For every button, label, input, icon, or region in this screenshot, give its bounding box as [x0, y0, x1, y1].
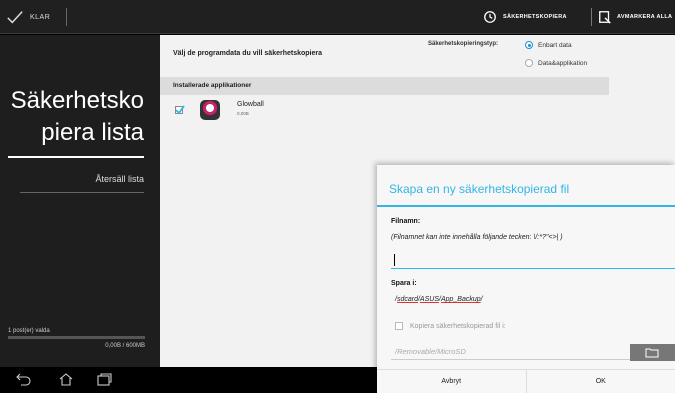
checkmark-icon: [175, 105, 185, 115]
select-prompt: Välj de programdata du vill säkerhetskop…: [173, 50, 322, 57]
path-segment: App_Backup: [440, 296, 481, 303]
save-path: /sdcard/ASUS/App_Backup/: [395, 296, 483, 303]
divider: [66, 8, 67, 26]
radio-data-only[interactable]: Enbart data: [525, 41, 572, 49]
copy-checkbox[interactable]: [395, 322, 403, 330]
folder-icon: [645, 348, 659, 358]
filename-label: Filnamn:: [391, 218, 421, 225]
copy-backup-option[interactable]: Kopiera säkerhetskopierad fil i:: [395, 322, 506, 330]
done-label: KLAR: [30, 13, 51, 21]
create-backup-dialog: Skapa en ny säkerhetskopierad fil Filnam…: [377, 165, 675, 393]
filename-hint: (Filnamnet kan inte innehålla följande t…: [391, 234, 563, 241]
divider: [20, 192, 144, 193]
filename-input[interactable]: [391, 252, 675, 269]
path-segment: ASUS: [419, 296, 439, 303]
cancel-button[interactable]: Avbryt: [377, 370, 526, 393]
divider: [377, 205, 675, 207]
home-icon[interactable]: [58, 373, 74, 386]
dialog-title: Skapa en ny säkerhetskopierad fil: [389, 182, 570, 196]
divider: [391, 359, 630, 360]
radio-button[interactable]: [525, 41, 533, 49]
radio-label: Data&applikation: [538, 59, 588, 67]
list-item[interactable]: Glowball 0,00B: [160, 97, 609, 127]
browse-folder-button[interactable]: [630, 344, 675, 361]
unmark-all-button[interactable]: AVMARKERA ALLA: [598, 0, 672, 34]
divider: [8, 156, 144, 158]
backup-clock-icon: [484, 11, 496, 23]
backup-button[interactable]: SÄKERHETSKOPIERA: [483, 0, 567, 34]
glowball-app-icon: [200, 100, 220, 120]
path-segment: sdcard: [396, 296, 418, 303]
page-title: Säkerhetsko piera lista: [10, 87, 144, 146]
selected-count: 1 post(er) valda: [8, 328, 50, 334]
path-separator: /: [480, 296, 483, 303]
storage-progress-bar: [8, 336, 145, 339]
action-bar: KLAR SÄKERHETSKOPIERA AVMARKERA ALLA: [0, 0, 675, 34]
text-caret: [394, 254, 395, 266]
reset-list-button[interactable]: Återsäll lista: [95, 174, 144, 184]
storage-size-text: 0,00B / 600MB: [105, 343, 145, 349]
done-button[interactable]: KLAR: [6, 0, 50, 34]
ok-button[interactable]: OK: [525, 370, 675, 393]
app-name: Glowball: [237, 101, 264, 108]
back-icon[interactable]: [15, 373, 31, 386]
backup-type-label: Säkerhetskopieringstyp:: [428, 41, 499, 47]
dialog-footer: Avbryt OK: [377, 369, 675, 393]
check-icon: [7, 11, 23, 24]
copy-label: Kopiera säkerhetskopierad fil i:: [410, 322, 506, 330]
radio-data-and-app[interactable]: Data&applikation: [525, 59, 587, 67]
divider: [591, 8, 592, 26]
unmark-label: AVMARKERA ALLA: [617, 14, 673, 20]
unmark-icon: [599, 11, 611, 24]
recent-apps-icon[interactable]: [96, 373, 112, 386]
backup-label: SÄKERHETSKOPIERA: [503, 14, 567, 20]
installed-apps-header: Installerade applikationer: [160, 77, 609, 95]
app-checkbox[interactable]: [175, 105, 185, 115]
radio-label: Enbart data: [538, 41, 572, 49]
left-panel: Säkerhetsko piera lista Återsäll lista 1…: [0, 35, 160, 367]
copy-path-field: /Removable/MicroSD: [395, 347, 466, 356]
app-size: 0,00B: [237, 111, 249, 116]
save-in-label: Spara i:: [391, 280, 417, 287]
radio-button[interactable]: [525, 59, 533, 67]
